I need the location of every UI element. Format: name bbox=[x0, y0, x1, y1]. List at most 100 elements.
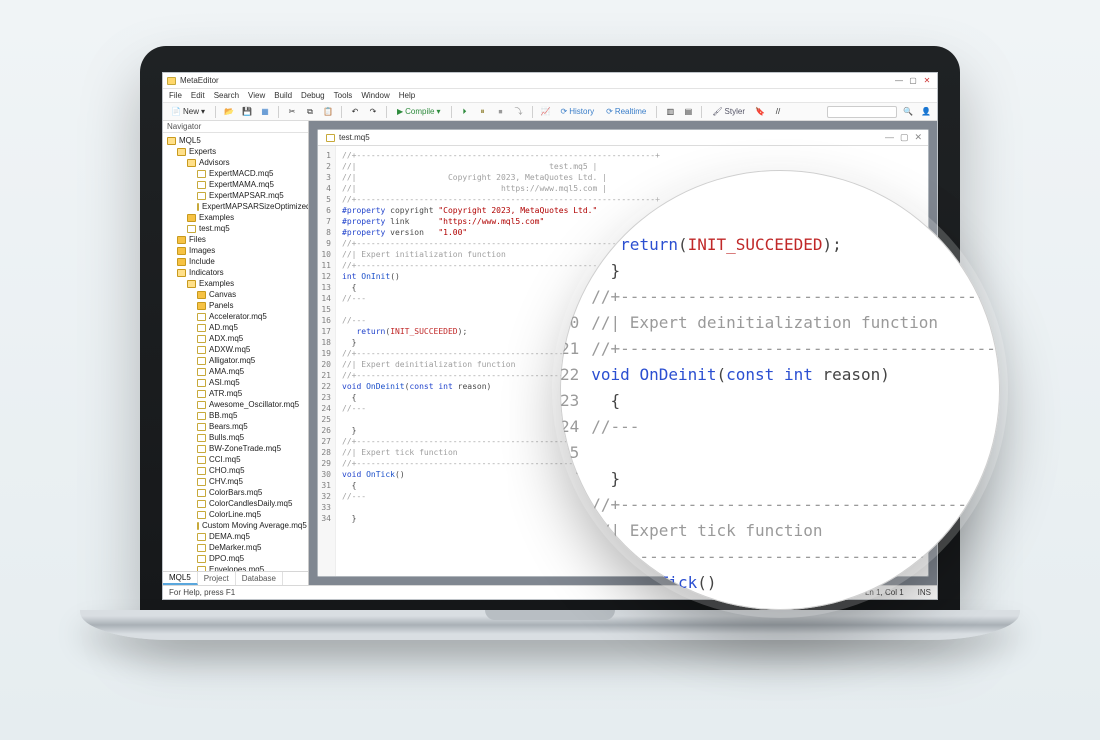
save-icon[interactable]: 💾 bbox=[240, 105, 254, 119]
menu-build[interactable]: Build bbox=[274, 91, 292, 100]
debug-step-icon[interactable]: ⤵ bbox=[512, 105, 526, 119]
tree-item[interactable]: Images bbox=[163, 245, 308, 256]
saveall-icon[interactable]: ▦ bbox=[258, 105, 272, 119]
chart-icon[interactable]: 📈 bbox=[539, 105, 553, 119]
tree-item[interactable]: ATR.mq5 bbox=[163, 388, 308, 399]
tree-item[interactable]: Canvas bbox=[163, 289, 308, 300]
menu-window[interactable]: Window bbox=[361, 91, 389, 100]
file-icon bbox=[197, 357, 206, 365]
tree-label: Indicators bbox=[189, 268, 224, 277]
toolbar-search-input[interactable] bbox=[827, 106, 897, 118]
tree-item[interactable]: Include bbox=[163, 256, 308, 267]
debug-pause-icon[interactable]: ⏸ bbox=[476, 105, 490, 119]
navigator-tab-project[interactable]: Project bbox=[198, 572, 236, 585]
tree-item[interactable]: Files bbox=[163, 234, 308, 245]
tree-item[interactable]: Bears.mq5 bbox=[163, 421, 308, 432]
tree-label: ExpertMAPSARSizeOptimized.mq5 bbox=[202, 202, 308, 211]
folder-icon bbox=[197, 291, 206, 299]
tree-item[interactable]: Experts bbox=[163, 146, 308, 157]
undo-icon[interactable]: ↶ bbox=[348, 105, 362, 119]
tree-item[interactable]: ADX.mq5 bbox=[163, 333, 308, 344]
menu-edit[interactable]: Edit bbox=[191, 91, 205, 100]
menu-help[interactable]: Help bbox=[399, 91, 415, 100]
tree-item[interactable]: Advisors bbox=[163, 157, 308, 168]
tree-item[interactable]: Bulls.mq5 bbox=[163, 432, 308, 443]
new-button[interactable]: 📄 New ▾ bbox=[167, 105, 209, 118]
tree-item[interactable]: Custom Moving Average.mq5 bbox=[163, 520, 308, 531]
cut-icon[interactable]: ✂ bbox=[285, 105, 299, 119]
tree-item[interactable]: Examples bbox=[163, 212, 308, 223]
window-maximize-button[interactable]: ▢ bbox=[907, 76, 919, 85]
navigator-tab-mql5[interactable]: MQL5 bbox=[163, 572, 198, 585]
tree-item[interactable]: CCI.mq5 bbox=[163, 454, 308, 465]
menu-tools[interactable]: Tools bbox=[334, 91, 353, 100]
tree-item[interactable]: CHO.mq5 bbox=[163, 465, 308, 476]
tree-item[interactable]: DEMA.mq5 bbox=[163, 531, 308, 542]
redo-icon[interactable]: ↷ bbox=[366, 105, 380, 119]
menu-debug[interactable]: Debug bbox=[301, 91, 325, 100]
menu-view[interactable]: View bbox=[248, 91, 265, 100]
tree-item[interactable]: Envelopes.mq5 bbox=[163, 564, 308, 571]
styler-button[interactable]: 🖌 Styler bbox=[708, 105, 749, 118]
tree-label: Experts bbox=[189, 147, 216, 156]
realtime-button[interactable]: ⟳ Realtime bbox=[602, 105, 650, 118]
doc-minimize-icon[interactable]: — bbox=[885, 132, 894, 143]
navigator-tab-database[interactable]: Database bbox=[236, 572, 283, 585]
tree-item[interactable]: ColorBars.mq5 bbox=[163, 487, 308, 498]
folder-icon bbox=[197, 302, 206, 310]
window-minimize-button[interactable]: — bbox=[893, 76, 905, 85]
navigator-panel-icon[interactable]: ▤ bbox=[681, 105, 695, 119]
file-icon bbox=[197, 500, 206, 508]
file-icon bbox=[197, 203, 199, 211]
file-icon bbox=[197, 181, 206, 189]
folder-icon bbox=[177, 148, 186, 156]
tree-item[interactable]: BW-ZoneTrade.mq5 bbox=[163, 443, 308, 454]
community-icon[interactable]: 👤 bbox=[919, 105, 933, 119]
bookmark-icon[interactable]: 🔖 bbox=[753, 105, 767, 119]
tree-item[interactable]: ColorLine.mq5 bbox=[163, 509, 308, 520]
history-button[interactable]: ⟳ History bbox=[557, 105, 599, 118]
menu-search[interactable]: Search bbox=[214, 91, 239, 100]
compile-button[interactable]: ▶ Compile ▾ bbox=[393, 105, 445, 118]
open-icon[interactable]: 📂 bbox=[222, 105, 236, 119]
tree-item[interactable]: CHV.mq5 bbox=[163, 476, 308, 487]
tree-item[interactable]: ASI.mq5 bbox=[163, 377, 308, 388]
file-icon bbox=[197, 467, 206, 475]
styler-label: Styler bbox=[725, 107, 745, 116]
tree-item[interactable]: DeMarker.mq5 bbox=[163, 542, 308, 553]
window-close-button[interactable]: ✕ bbox=[921, 76, 933, 85]
tree-item[interactable]: ADXW.mq5 bbox=[163, 344, 308, 355]
tree-item[interactable]: ExpertMACD.mq5 bbox=[163, 168, 308, 179]
tree-item[interactable]: Panels bbox=[163, 300, 308, 311]
file-icon bbox=[197, 313, 206, 321]
tree-item[interactable]: Examples bbox=[163, 278, 308, 289]
tree-item[interactable]: ExpertMAPSAR.mq5 bbox=[163, 190, 308, 201]
document-tab[interactable]: test.mq5 bbox=[318, 130, 928, 146]
tree-item[interactable]: DPO.mq5 bbox=[163, 553, 308, 564]
tree-item[interactable]: Alligator.mq5 bbox=[163, 355, 308, 366]
tree-item[interactable]: AD.mq5 bbox=[163, 322, 308, 333]
tree-item[interactable]: test.mq5 bbox=[163, 223, 308, 234]
tree-item[interactable]: AMA.mq5 bbox=[163, 366, 308, 377]
copy-icon[interactable]: ⧉ bbox=[303, 105, 317, 119]
search-icon[interactable]: 🔍 bbox=[901, 105, 915, 119]
tree-item[interactable]: ColorCandlesDaily.mq5 bbox=[163, 498, 308, 509]
debug-stop-icon[interactable]: ⏹ bbox=[494, 105, 508, 119]
terminal-icon[interactable]: ▥ bbox=[663, 105, 677, 119]
paste-icon[interactable]: 📋 bbox=[321, 105, 335, 119]
navigator-tree[interactable]: MQL5ExpertsAdvisorsExpertMACD.mq5ExpertM… bbox=[163, 133, 308, 571]
tree-item[interactable]: BB.mq5 bbox=[163, 410, 308, 421]
status-help: For Help, press F1 bbox=[169, 588, 235, 597]
tree-item[interactable]: ExpertMAPSARSizeOptimized.mq5 bbox=[163, 201, 308, 212]
comment-icon[interactable]: // bbox=[771, 105, 785, 119]
tree-item[interactable]: MQL5 bbox=[163, 135, 308, 146]
doc-maximize-icon[interactable]: ▢ bbox=[900, 132, 909, 143]
tree-item[interactable]: Accelerator.mq5 bbox=[163, 311, 308, 322]
folder-icon bbox=[177, 236, 186, 244]
tree-item[interactable]: ExpertMAMA.mq5 bbox=[163, 179, 308, 190]
debug-start-icon[interactable]: ⏵ bbox=[458, 105, 472, 119]
doc-close-icon[interactable]: ✕ bbox=[914, 132, 922, 143]
tree-item[interactable]: Awesome_Oscillator.mq5 bbox=[163, 399, 308, 410]
tree-item[interactable]: Indicators bbox=[163, 267, 308, 278]
menu-file[interactable]: File bbox=[169, 91, 182, 100]
